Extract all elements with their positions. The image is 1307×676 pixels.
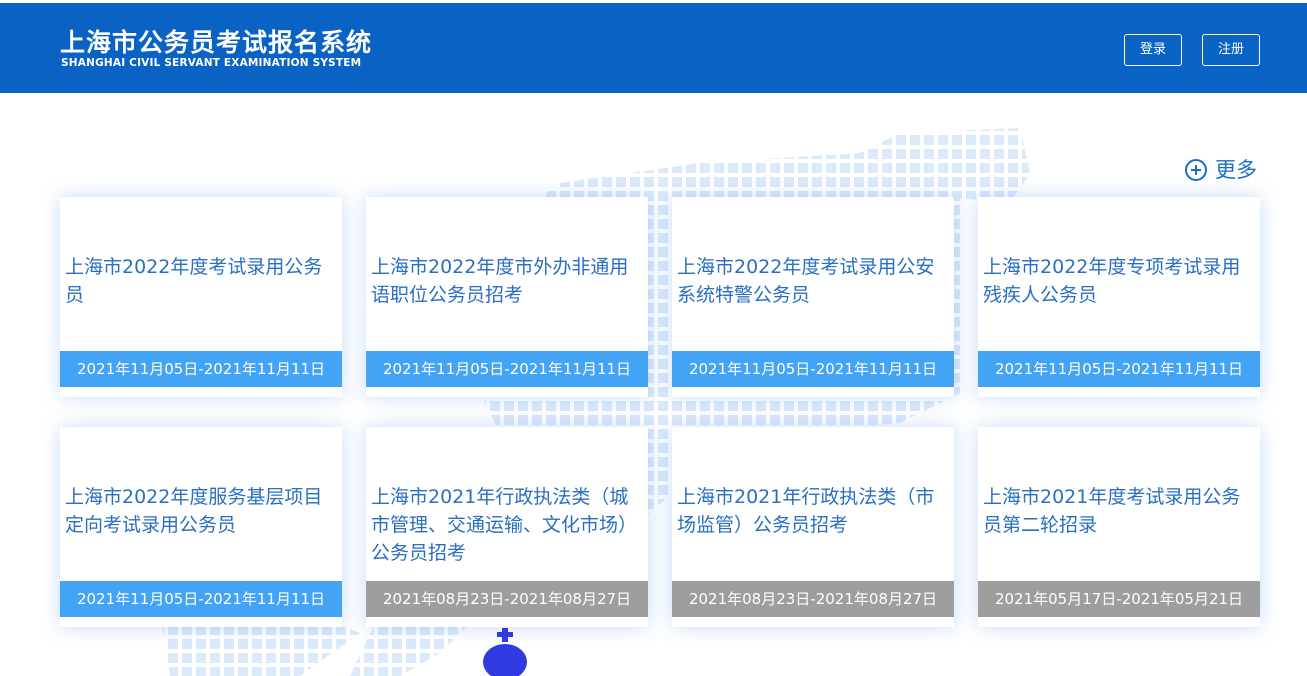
exam-card-title[interactable]: 上海市2021年行政执法类（市场监管）公务员招考	[677, 483, 951, 539]
exam-card-title[interactable]: 上海市2022年度考试录用公务员	[65, 253, 339, 309]
more-label: 更多	[1215, 158, 1257, 182]
header-bar: 上海市公务员考试报名系统 SHANGHAI CIVIL SERVANT EXAM…	[0, 3, 1307, 93]
register-button[interactable]: 注册	[1202, 34, 1260, 66]
exam-card-date: 2021年11月05日-2021年11月11日	[60, 581, 342, 617]
exam-card-title[interactable]: 上海市2022年度专项考试录用残疾人公务员	[983, 253, 1257, 309]
exam-card[interactable]: 上海市2022年度考试录用公安系统特警公务员 2021年11月05日-2021年…	[672, 197, 954, 397]
exam-card-title[interactable]: 上海市2021年行政执法类（城市管理、交通运输、文化市场）公务员招考	[371, 483, 645, 567]
exam-card-date: 2021年08月23日-2021年08月27日	[672, 581, 954, 617]
exam-card-title[interactable]: 上海市2021年度考试录用公务员第二轮招录	[983, 483, 1257, 539]
exam-card[interactable]: 上海市2021年度考试录用公务员第二轮招录 2021年05月17日-2021年0…	[978, 427, 1260, 627]
exam-card-date: 2021年08月23日-2021年08月27日	[366, 581, 648, 617]
exam-card[interactable]: 上海市2022年度服务基层项目定向考试录用公务员 2021年11月05日-202…	[60, 427, 342, 627]
site-title: 上海市公务员考试报名系统	[60, 28, 373, 57]
site-subtitle: SHANGHAI CIVIL SERVANT EXAMINATION SYSTE…	[61, 57, 362, 69]
exam-card-date: 2021年11月05日-2021年11月11日	[978, 351, 1260, 387]
exam-card-title[interactable]: 上海市2022年度市外办非通用语职位公务员招考	[371, 253, 645, 309]
exam-card-date: 2021年11月05日-2021年11月11日	[60, 351, 342, 387]
exam-card[interactable]: 上海市2022年度考试录用公务员 2021年11月05日-2021年11月11日	[60, 197, 342, 397]
exam-card-title[interactable]: 上海市2022年度考试录用公安系统特警公务员	[677, 253, 951, 309]
exam-card-date: 2021年11月05日-2021年11月11日	[366, 351, 648, 387]
exam-card[interactable]: 上海市2021年行政执法类（市场监管）公务员招考 2021年08月23日-202…	[672, 427, 954, 627]
exam-card[interactable]: 上海市2022年度专项考试录用残疾人公务员 2021年11月05日-2021年1…	[978, 197, 1260, 397]
exam-card-date: 2021年05月17日-2021年05月21日	[978, 581, 1260, 617]
exam-card[interactable]: 上海市2021年行政执法类（城市管理、交通运输、文化市场）公务员招考 2021年…	[366, 427, 648, 627]
plus-circle-icon	[1185, 159, 1207, 181]
login-button[interactable]: 登录	[1124, 34, 1182, 66]
map-pin-icon	[483, 628, 527, 676]
exam-card-title[interactable]: 上海市2022年度服务基层项目定向考试录用公务员	[65, 483, 339, 539]
exam-card-date: 2021年11月05日-2021年11月11日	[672, 351, 954, 387]
exam-card[interactable]: 上海市2022年度市外办非通用语职位公务员招考 2021年11月05日-2021…	[366, 197, 648, 397]
